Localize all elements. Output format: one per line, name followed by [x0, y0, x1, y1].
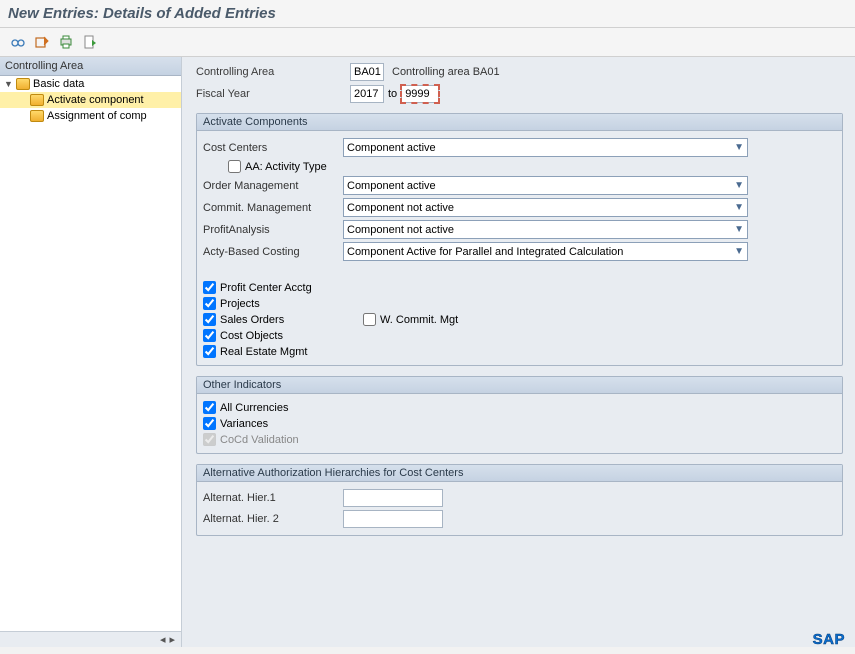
cost-centers-label: Cost Centers	[203, 142, 343, 154]
real-estate-checkbox[interactable]	[203, 345, 216, 358]
real-estate-label: Real Estate Mgmt	[220, 346, 307, 358]
toolbar	[0, 28, 855, 57]
fiscal-year-label: Fiscal Year	[196, 88, 346, 100]
controlling-area-value: BA01	[350, 63, 384, 81]
order-mgmt-dropdown[interactable]: Component active ▼	[343, 176, 748, 195]
projects-label: Projects	[220, 298, 260, 310]
projects-checkbox[interactable]	[203, 297, 216, 310]
sales-orders-checkbox[interactable]	[203, 313, 216, 326]
cocd-validation-checkbox	[203, 433, 216, 446]
fiscal-year-to-word: to	[388, 88, 397, 100]
dropdown-value: Component active	[347, 180, 436, 192]
cocd-validation-label: CoCd Validation	[220, 434, 299, 446]
chevron-down-icon: ▼	[734, 246, 744, 257]
delimit-icon[interactable]	[34, 34, 50, 50]
group-title: Activate Components	[197, 114, 842, 131]
abc-label: Acty-Based Costing	[203, 246, 343, 258]
abc-dropdown[interactable]: Component Active for Parallel and Integr…	[343, 242, 748, 261]
w-commit-checkbox[interactable]	[363, 313, 376, 326]
sidebar-footer: ◂ ▸	[0, 631, 181, 647]
chevron-down-icon: ▼	[734, 142, 744, 153]
all-currencies-label: All Currencies	[220, 402, 288, 414]
chevron-down-icon: ▼	[734, 180, 744, 191]
group-title: Alternative Authorization Hierarchies fo…	[197, 465, 842, 482]
dropdown-value: Component not active	[347, 202, 454, 214]
tree: ▼ Basic data Activate component Assignme…	[0, 76, 181, 631]
aa-activity-checkbox[interactable]	[228, 160, 241, 173]
sidebar-header: Controlling Area	[0, 57, 181, 76]
content: Controlling Area BA01 Controlling area B…	[182, 57, 855, 647]
folder-icon	[30, 94, 44, 106]
profit-analysis-dropdown[interactable]: Component not active ▼	[343, 220, 748, 239]
alt-hier1-input[interactable]	[343, 489, 443, 507]
folder-open-icon	[16, 78, 30, 90]
dropdown-value: Component not active	[347, 224, 454, 236]
controlling-area-label: Controlling Area	[196, 66, 346, 78]
expand-arrow-icon: ▼	[4, 79, 13, 89]
fiscal-year-from: 2017	[350, 85, 384, 103]
group-other-indicators: Other Indicators All Currencies Variance…	[196, 376, 843, 454]
cost-objects-label: Cost Objects	[220, 330, 283, 342]
tree-root-label: Basic data	[33, 78, 84, 90]
chevron-down-icon: ▼	[734, 224, 744, 235]
group-title: Other Indicators	[197, 377, 842, 394]
tree-item-label: Assignment of comp	[47, 110, 147, 122]
alt-hier2-input[interactable]	[343, 510, 443, 528]
page-title: New Entries: Details of Added Entries	[0, 0, 855, 28]
commit-mgmt-dropdown[interactable]: Component not active ▼	[343, 198, 748, 217]
dropdown-value: Component active	[347, 142, 436, 154]
folder-icon	[30, 110, 44, 122]
tree-item-label: Activate component	[47, 94, 144, 106]
tree-item-assignment[interactable]: Assignment of comp	[0, 108, 181, 124]
scroll-right-icon[interactable]: ▸	[169, 633, 175, 646]
alt-hier2-label: Alternat. Hier. 2	[203, 513, 343, 525]
all-currencies-checkbox[interactable]	[203, 401, 216, 414]
variances-checkbox[interactable]	[203, 417, 216, 430]
variances-label: Variances	[220, 418, 268, 430]
print-icon[interactable]	[58, 34, 74, 50]
cost-objects-checkbox[interactable]	[203, 329, 216, 342]
export-icon[interactable]	[82, 34, 98, 50]
commit-mgmt-label: Commit. Management	[203, 202, 343, 214]
w-commit-label: W. Commit. Mgt	[380, 314, 458, 326]
sidebar: Controlling Area ▼ Basic data Activate c…	[0, 57, 182, 647]
profit-center-checkbox[interactable]	[203, 281, 216, 294]
alt-hier1-label: Alternat. Hier.1	[203, 492, 343, 504]
dropdown-value: Component Active for Parallel and Integr…	[347, 246, 623, 258]
profit-analysis-label: ProfitAnalysis	[203, 224, 343, 236]
tree-item-activate-component[interactable]: Activate component	[0, 92, 181, 108]
scroll-left-icon[interactable]: ◂	[160, 633, 166, 646]
glasses-icon[interactable]	[10, 34, 26, 50]
aa-activity-label: AA: Activity Type	[245, 161, 327, 173]
tree-root-basic-data[interactable]: ▼ Basic data	[0, 76, 181, 92]
cost-centers-dropdown[interactable]: Component active ▼	[343, 138, 748, 157]
controlling-area-desc: Controlling area BA01	[392, 66, 500, 78]
group-alt-auth: Alternative Authorization Hierarchies fo…	[196, 464, 843, 536]
group-activate-components: Activate Components Cost Centers Compone…	[196, 113, 843, 366]
sales-orders-label: Sales Orders	[220, 314, 284, 326]
fiscal-year-to[interactable]: 9999	[401, 85, 439, 103]
order-mgmt-label: Order Management	[203, 180, 343, 192]
profit-center-label: Profit Center Acctg	[220, 282, 312, 294]
chevron-down-icon: ▼	[734, 202, 744, 213]
sap-logo: SAP	[813, 631, 845, 648]
